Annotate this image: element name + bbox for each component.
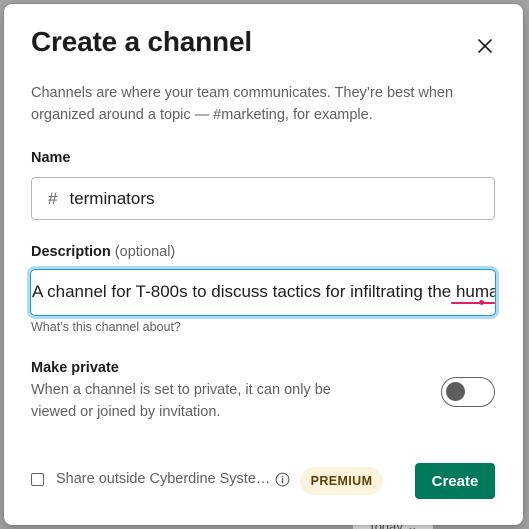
dialog-title: Create a channel xyxy=(31,26,252,57)
create-button[interactable]: Create xyxy=(415,463,495,499)
info-icon[interactable] xyxy=(275,472,290,487)
make-private-label: Make private xyxy=(31,360,119,376)
premium-badge: PREMIUM xyxy=(300,467,383,495)
create-channel-dialog: Create a channel Channels are where your… xyxy=(4,4,523,525)
description-hint: What’s this channel about? xyxy=(31,320,181,334)
channel-name-input[interactable]: # terminators xyxy=(31,177,495,220)
description-label: Description (optional) xyxy=(31,244,175,260)
share-outside-checkbox[interactable] xyxy=(31,473,44,486)
channel-description-input[interactable]: A channel for T-800s to discuss tactics … xyxy=(30,269,496,316)
share-outside-label[interactable]: Share outside Cyberdine Syste… xyxy=(56,471,270,487)
name-label: Name xyxy=(31,150,71,166)
description-optional-text: (optional) xyxy=(114,244,176,260)
close-icon xyxy=(478,39,492,53)
make-private-description: When a channel is set to private, it can… xyxy=(31,382,331,420)
channel-name-value: terminators xyxy=(69,188,155,208)
toggle-knob xyxy=(446,382,465,401)
channel-description-value: A channel for T-800s to discuss tactics … xyxy=(32,282,495,301)
hash-prefix: # xyxy=(48,188,58,208)
text-cursor-marker xyxy=(479,300,484,305)
dialog-intro-text: Channels are where your team communicate… xyxy=(31,85,454,123)
spellcheck-underline xyxy=(451,302,495,304)
make-private-toggle[interactable] xyxy=(441,377,495,407)
description-label-text: Description xyxy=(31,244,111,260)
close-button[interactable] xyxy=(470,31,500,61)
